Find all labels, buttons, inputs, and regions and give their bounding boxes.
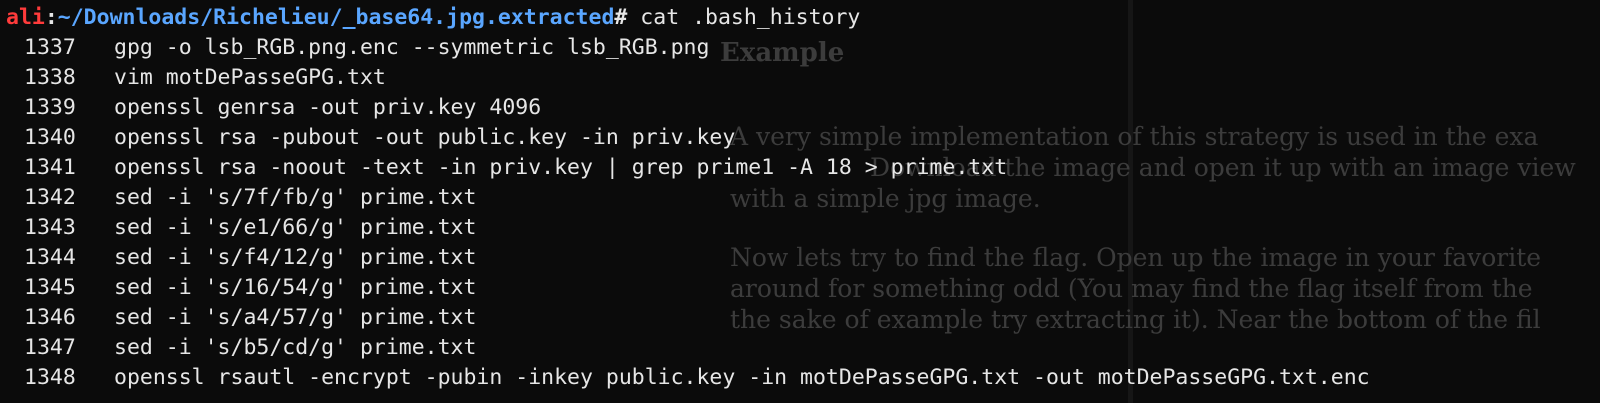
history-command: sed -i 's/16/54/g' prime.txt	[114, 275, 477, 300]
history-command: sed -i 's/e1/66/g' prime.txt	[114, 215, 477, 240]
history-number: 1341	[24, 155, 76, 180]
history-number: 1338	[24, 65, 76, 90]
history-number: 1346	[24, 305, 76, 330]
history-command: gpg -o lsb_RGB.png.enc --symmetric lsb_R…	[114, 35, 710, 60]
history-number: 1345	[24, 275, 76, 300]
history-entry: 1346 sed -i 's/a4/57/g' prime.txt	[24, 303, 1370, 333]
prompt-path: ~/Downloads/Richelieu/_base64.jpg.extrac…	[57, 5, 615, 30]
history-entry: 1337 gpg -o lsb_RGB.png.enc --symmetric l…	[24, 33, 1370, 63]
history-command: sed -i 's/b5/cd/g' prime.txt	[114, 335, 477, 360]
history-entry: 1348 openssl rsautl -encrypt -pubin -inke…	[24, 363, 1370, 393]
terminal-screenshot: Example A very simple implementation of …	[0, 0, 1600, 403]
history-number: 1348	[24, 365, 76, 390]
shell-prompt: ali:~/Downloads/Richelieu/_base64.jpg.ex…	[6, 3, 860, 33]
terminal-window[interactable]: ali:~/Downloads/Richelieu/_base64.jpg.ex…	[0, 0, 1600, 403]
bash-history-output: 1337 gpg -o lsb_RGB.png.enc --symmetric l…	[24, 33, 1370, 393]
history-entry: 1339 openssl genrsa -out priv.key 4096	[24, 93, 1370, 123]
history-command: sed -i 's/f4/12/g' prime.txt	[114, 245, 477, 270]
history-number: 1347	[24, 335, 76, 360]
history-entry: 1343 sed -i 's/e1/66/g' prime.txt	[24, 213, 1370, 243]
history-number: 1340	[24, 125, 76, 150]
history-entry: 1345 sed -i 's/16/54/g' prime.txt	[24, 273, 1370, 303]
history-command: sed -i 's/a4/57/g' prime.txt	[114, 305, 477, 330]
prompt-command: cat .bash_history	[627, 5, 861, 30]
history-entry: 1338 vim motDePasseGPG.txt	[24, 63, 1370, 93]
history-number: 1344	[24, 245, 76, 270]
prompt-user: ali	[6, 5, 45, 30]
history-command: vim motDePasseGPG.txt	[114, 65, 386, 90]
history-command: openssl genrsa -out priv.key 4096	[114, 95, 542, 120]
history-number: 1337	[24, 35, 76, 60]
prompt-separator: :	[44, 5, 58, 30]
history-command: openssl rsautl -encrypt -pubin -inkey pu…	[114, 365, 1370, 390]
history-command: sed -i 's/7f/fb/g' prime.txt	[114, 185, 477, 210]
history-entry: 1344 sed -i 's/f4/12/g' prime.txt	[24, 243, 1370, 273]
history-number: 1342	[24, 185, 76, 210]
history-command: openssl rsa -noout -text -in priv.key | …	[114, 155, 1008, 180]
history-entry: 1341 openssl rsa -noout -text -in priv.ke…	[24, 153, 1370, 183]
history-number: 1339	[24, 95, 76, 120]
history-command: openssl rsa -pubout -out public.key -in …	[114, 125, 736, 150]
history-entry: 1342 sed -i 's/7f/fb/g' prime.txt	[24, 183, 1370, 213]
history-entry: 1340 openssl rsa -pubout -out public.key …	[24, 123, 1370, 153]
prompt-symbol: #	[614, 5, 628, 30]
history-number: 1343	[24, 215, 76, 240]
history-entry: 1347 sed -i 's/b5/cd/g' prime.txt	[24, 333, 1370, 363]
